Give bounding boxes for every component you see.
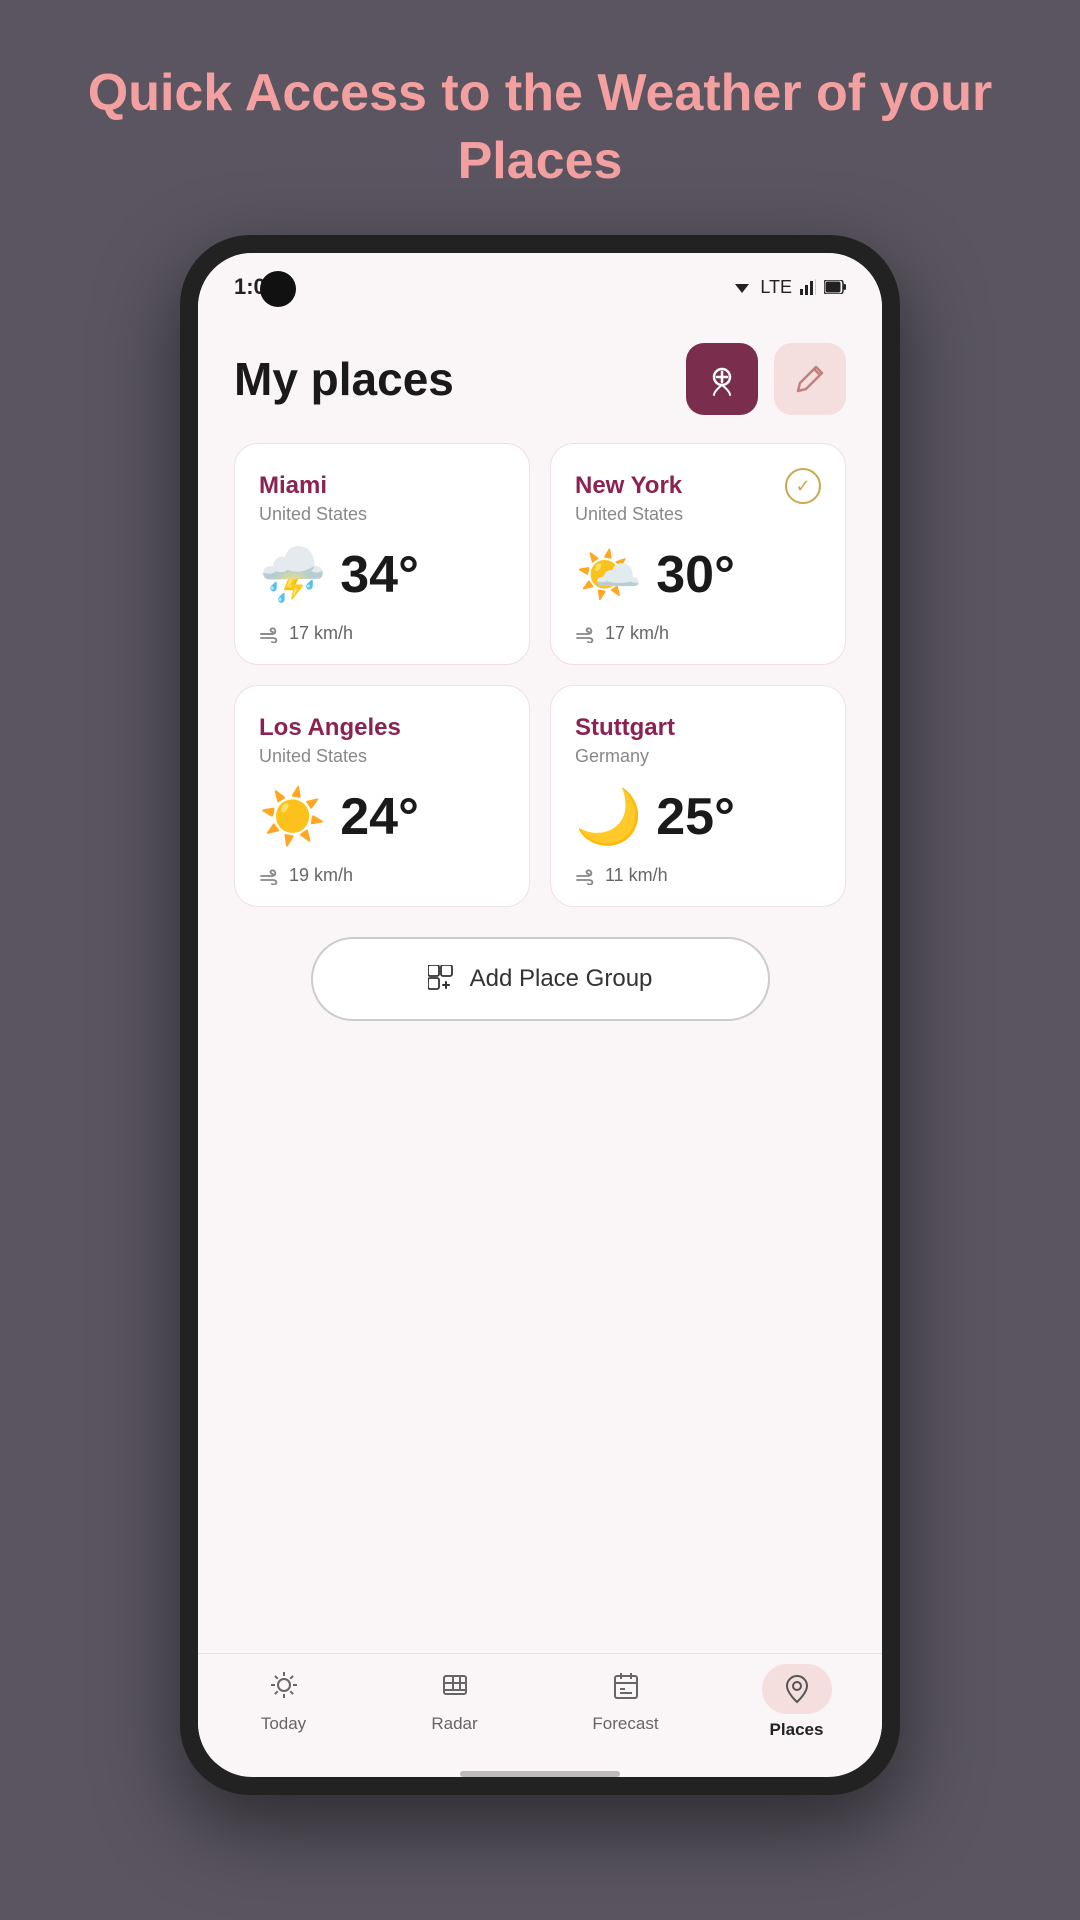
weather-grid: Miami United States ⛈️ 34° 17 km/h — [234, 443, 846, 907]
card-temp-miami: 34° — [340, 545, 419, 605]
weather-icon-stuttgart: 🌙 — [575, 790, 642, 844]
card-country-miami: United States — [259, 504, 505, 525]
card-city-stuttgart: Stuttgart — [575, 714, 821, 742]
wind-text-newyork: 17 km/h — [605, 623, 669, 644]
bottom-nav: Today Radar — [198, 1653, 882, 1763]
nav-item-forecast[interactable]: Forecast — [540, 1670, 711, 1734]
places-header: My places — [234, 333, 846, 415]
lte-label: LTE — [760, 277, 792, 298]
card-weather-row-newyork: 🌤️ 30° — [575, 545, 821, 605]
card-temp-newyork: 30° — [656, 545, 735, 605]
wind-text-miami: 17 km/h — [289, 623, 353, 644]
wind-text-losangeles: 19 km/h — [289, 865, 353, 886]
card-city-losangeles: Los Angeles — [259, 714, 505, 742]
card-weather-row-miami: ⛈️ 34° — [259, 545, 505, 605]
home-indicator — [460, 1771, 620, 1777]
card-wind-stuttgart: 11 km/h — [575, 865, 821, 886]
wind-icon-miami — [259, 625, 281, 643]
card-weather-row-losangeles: ☀️ 24° — [259, 787, 505, 847]
nav-item-places[interactable]: Places — [711, 1664, 882, 1740]
places-title: My places — [234, 352, 454, 406]
nav-label-places: Places — [770, 1720, 824, 1740]
weather-icon-miami: ⛈️ — [259, 548, 326, 602]
card-temp-stuttgart: 25° — [656, 787, 735, 847]
add-group-icon — [428, 965, 456, 993]
card-weather-row-stuttgart: 🌙 25° — [575, 787, 821, 847]
edit-icon — [794, 363, 826, 395]
card-wind-newyork: 17 km/h — [575, 623, 821, 644]
status-bar: 1:00 LTE — [198, 253, 882, 313]
add-group-label: Add Place Group — [470, 965, 653, 993]
camera-hole — [260, 271, 296, 307]
edit-button[interactable] — [774, 343, 846, 415]
card-country-newyork: United States — [575, 504, 821, 525]
nav-label-today: Today — [261, 1714, 306, 1734]
wind-icon-newyork — [575, 625, 597, 643]
radar-icon — [440, 1670, 470, 1708]
today-icon — [269, 1670, 299, 1708]
wind-icon-stuttgart — [575, 867, 597, 885]
places-icon — [762, 1664, 832, 1714]
nav-label-radar: Radar — [431, 1714, 477, 1734]
phone-screen: 1:00 LTE — [198, 253, 882, 1777]
weather-icon-losangeles: ☀️ — [259, 790, 326, 844]
battery-icon — [824, 280, 846, 294]
card-temp-losangeles: 24° — [340, 787, 419, 847]
wind-icon-losangeles — [259, 867, 281, 885]
card-wind-losangeles: 19 km/h — [259, 865, 505, 886]
signal-icon — [800, 279, 816, 295]
nav-item-radar[interactable]: Radar — [369, 1670, 540, 1734]
nav-item-today[interactable]: Today — [198, 1670, 369, 1734]
weather-card-miami[interactable]: Miami United States ⛈️ 34° 17 km/h — [234, 443, 530, 665]
weather-card-newyork[interactable]: ✓ New York United States 🌤️ 30° 17 km/h — [550, 443, 846, 665]
weather-icon-newyork: 🌤️ — [575, 548, 642, 602]
forecast-icon — [611, 1670, 641, 1708]
add-location-icon — [704, 361, 740, 397]
card-city-miami: Miami — [259, 472, 505, 500]
check-badge-newyork: ✓ — [785, 468, 821, 504]
page-title: Quick Access to the Weather of your Plac… — [0, 0, 1080, 235]
screen-content: My places — [198, 313, 882, 1653]
weather-card-losangeles[interactable]: Los Angeles United States ☀️ 24° 19 km/h — [234, 685, 530, 907]
wifi-icon — [732, 279, 752, 295]
phone-device: 1:00 LTE — [180, 235, 900, 1795]
status-icons: LTE — [732, 277, 846, 298]
header-buttons — [686, 343, 846, 415]
add-location-button[interactable] — [686, 343, 758, 415]
wind-text-stuttgart: 11 km/h — [605, 865, 668, 886]
card-country-stuttgart: Germany — [575, 746, 821, 767]
add-place-group-button[interactable]: Add Place Group — [311, 937, 770, 1021]
weather-card-stuttgart[interactable]: Stuttgart Germany 🌙 25° 11 km/h — [550, 685, 846, 907]
card-country-losangeles: United States — [259, 746, 505, 767]
card-wind-miami: 17 km/h — [259, 623, 505, 644]
nav-label-forecast: Forecast — [592, 1714, 658, 1734]
